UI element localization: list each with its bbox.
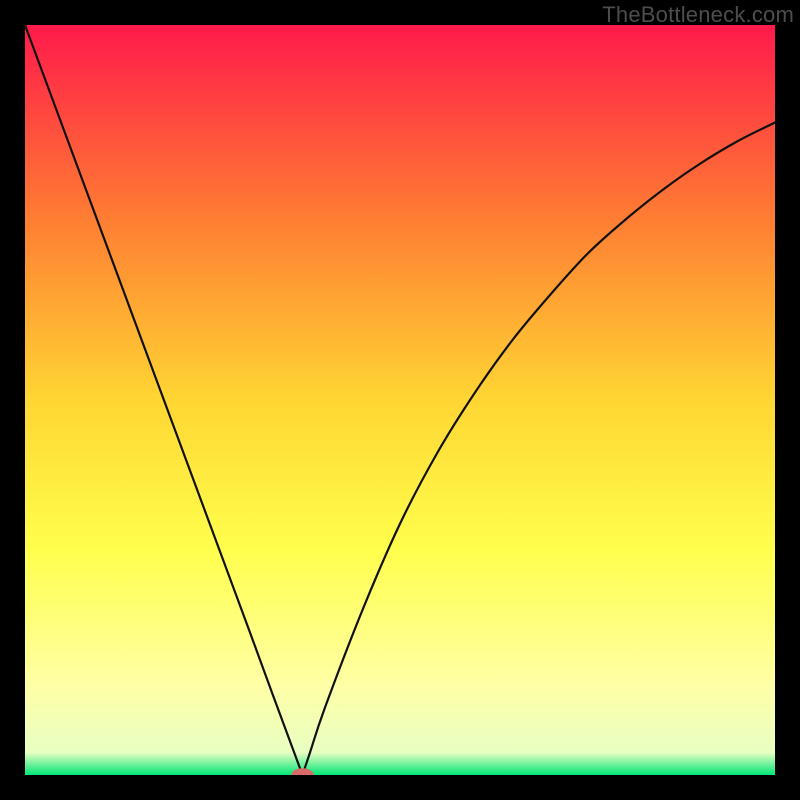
watermark-text: TheBottleneck.com xyxy=(602,2,794,28)
chart-frame: TheBottleneck.com xyxy=(0,0,800,800)
gradient-background xyxy=(25,25,775,775)
chart-svg xyxy=(25,25,775,775)
plot-area xyxy=(25,25,775,775)
